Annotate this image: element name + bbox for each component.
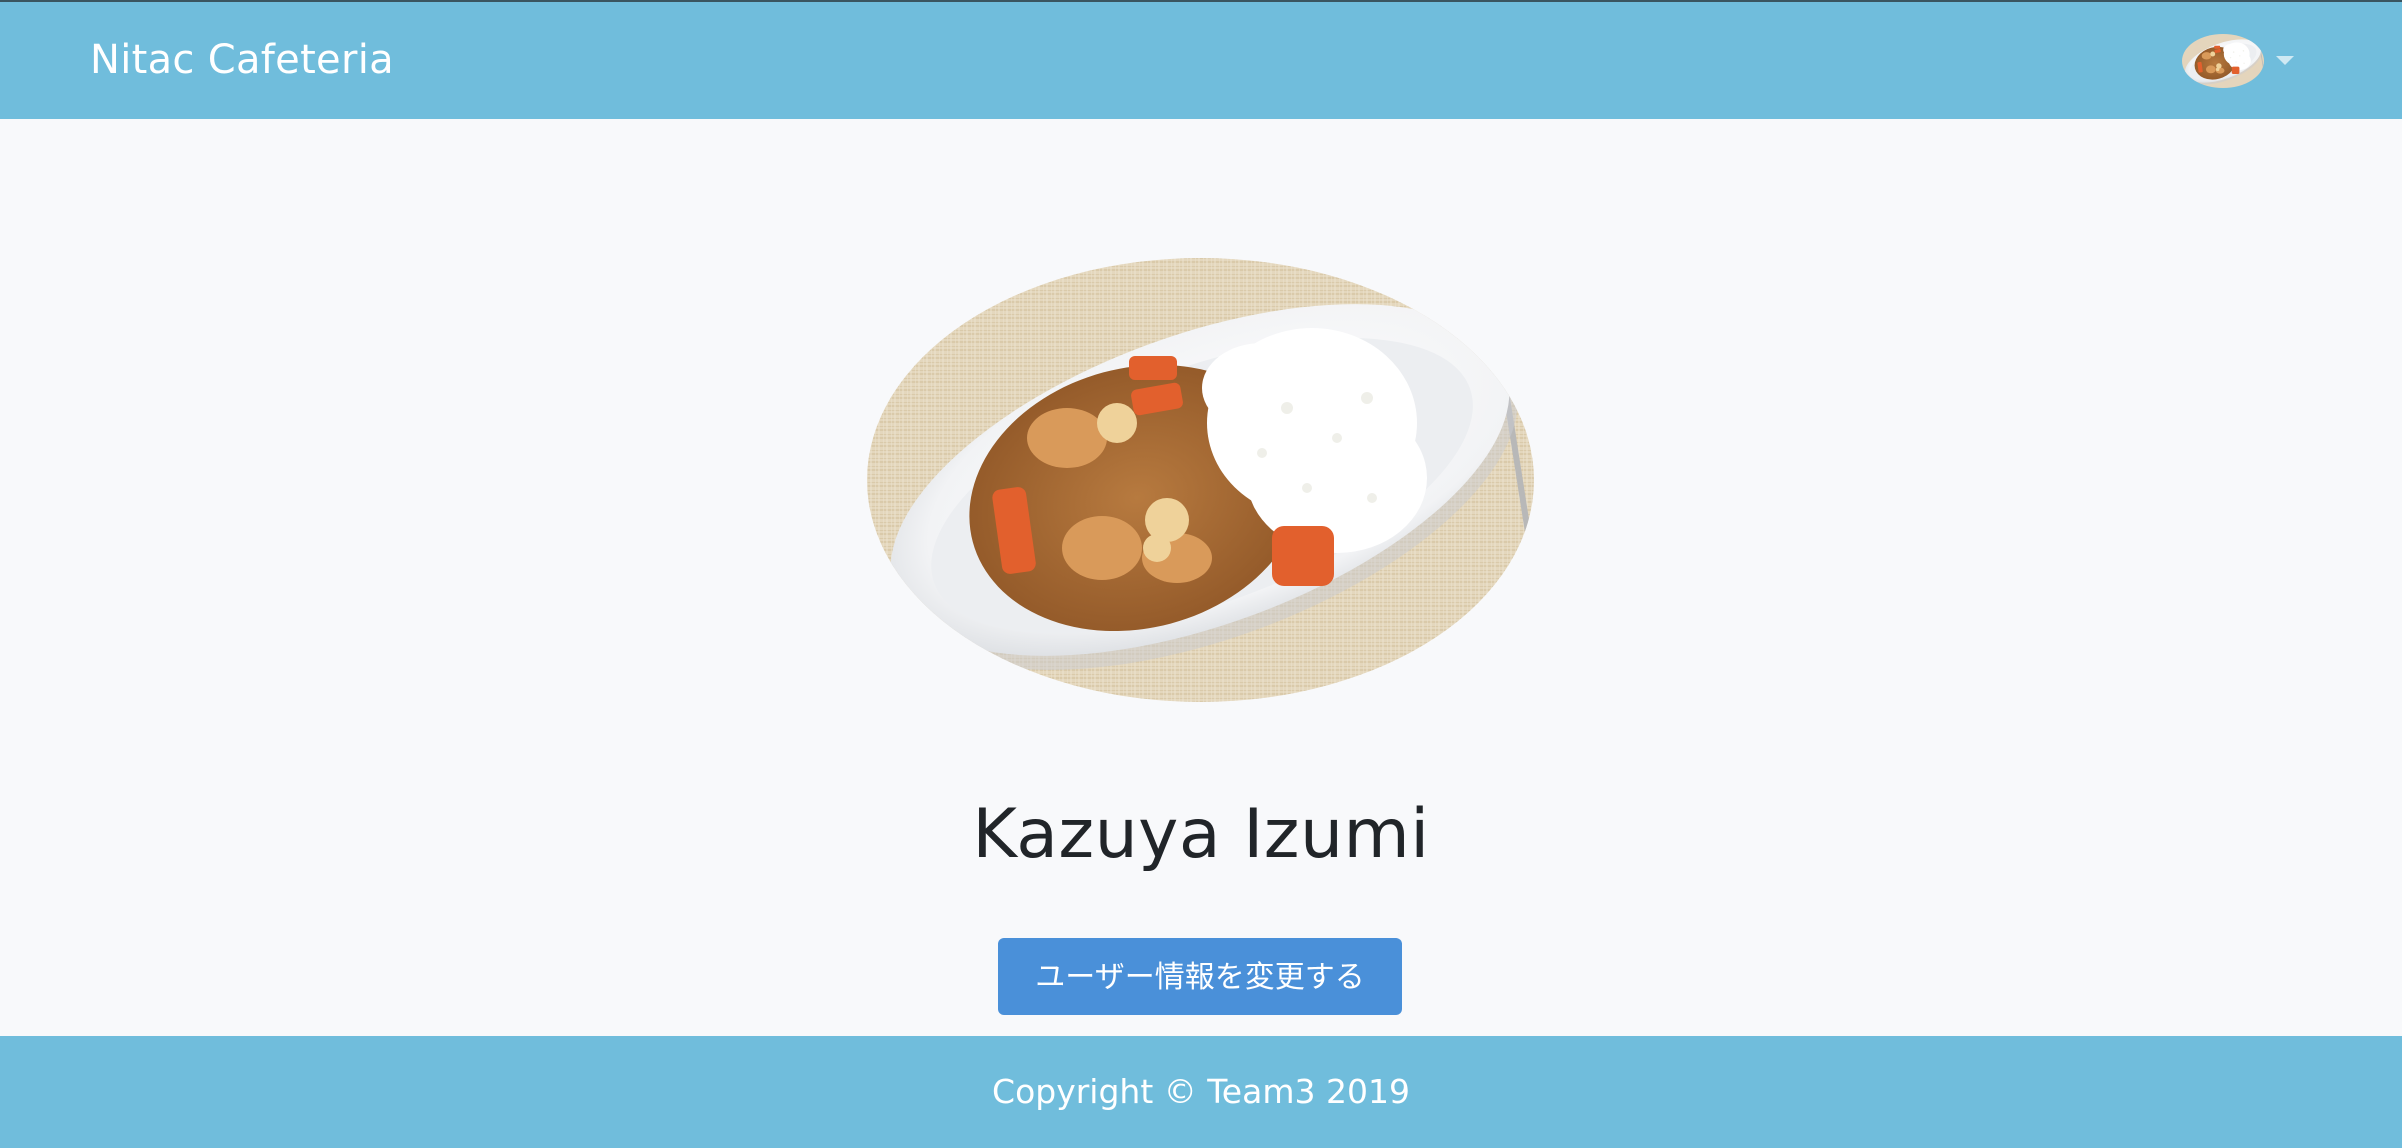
page-footer: Copyright © Team3 2019 [0, 1036, 2402, 1148]
avatar[interactable] [2182, 34, 2264, 88]
top-navbar: Nitac Cafeteria [0, 0, 2402, 119]
chevron-down-icon[interactable] [2276, 56, 2294, 65]
brand-link[interactable]: Nitac Cafeteria [90, 2, 394, 119]
profile-photo [867, 258, 1534, 702]
user-menu-dropdown[interactable] [2182, 30, 2297, 92]
user-name: Kazuya Izumi [972, 795, 1430, 874]
edit-user-info-button[interactable]: ユーザー情報を変更する [998, 938, 1402, 1015]
copyright-text: Copyright © Team3 2019 [992, 1072, 1410, 1111]
